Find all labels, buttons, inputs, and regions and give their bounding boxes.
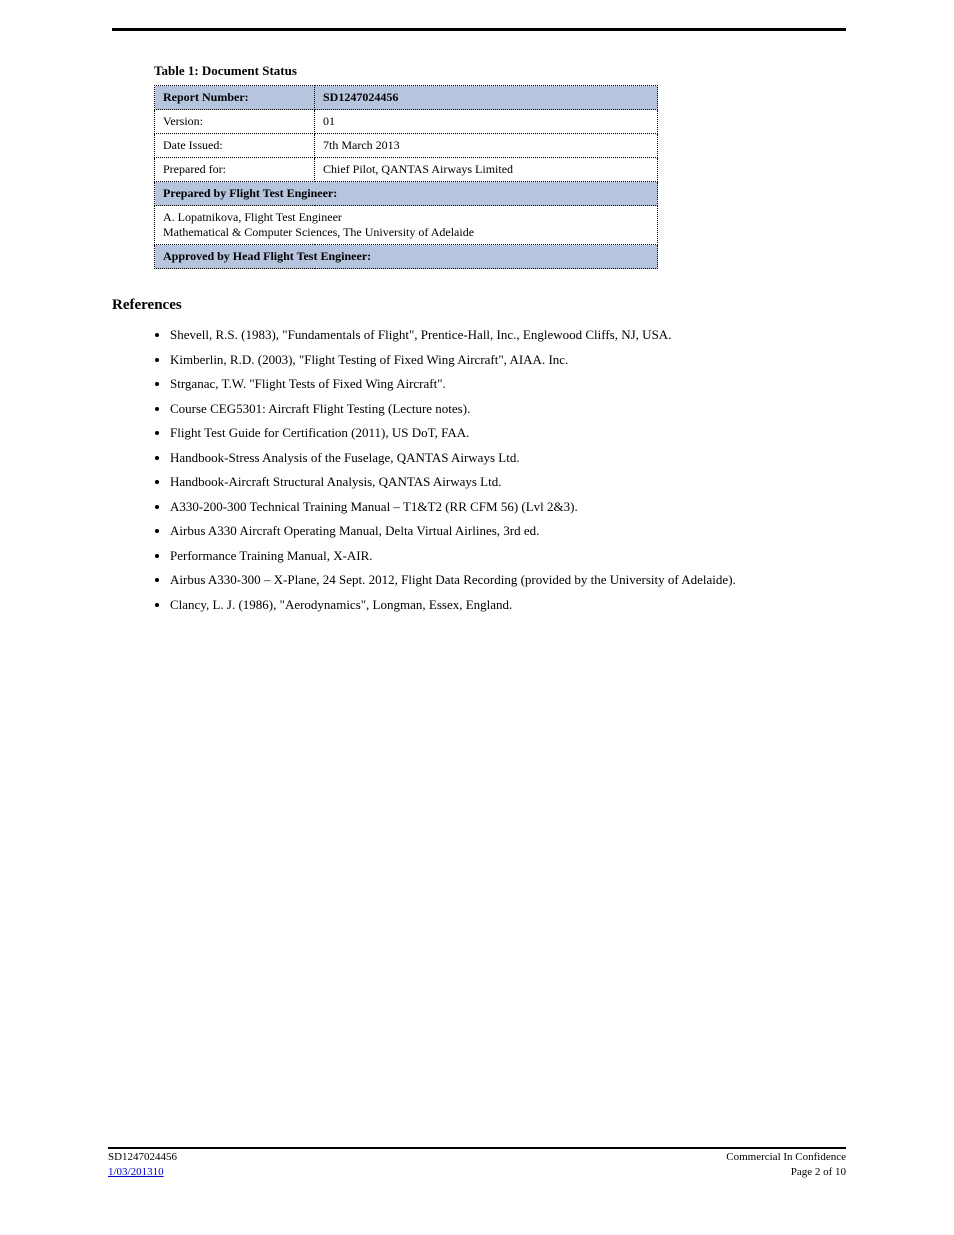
list-item: Shevell, R.S. (1983), "Fundamentals of F… [170, 326, 846, 344]
section-a-org: Mathematical & Computer Sciences, The Un… [163, 225, 649, 240]
list-item: Course CEG5301: Aircraft Flight Testing … [170, 400, 846, 418]
table-header-left: Report Number: [155, 86, 315, 110]
table-section-b-heading: Approved by Head Flight Test Engineer: [155, 245, 658, 269]
footer-report-number: SD1247024456 [108, 1150, 177, 1164]
table-cell-label: Version: [155, 110, 315, 134]
table-title: Table 1: Document Status [154, 63, 846, 79]
footer-right: Commercial In Confidence Page 2 of 10 [726, 1150, 846, 1179]
table-cell-value: Chief Pilot, QANTAS Airways Limited [315, 158, 658, 182]
footer-date-link[interactable]: 1/03/201310 [108, 1166, 164, 1178]
references-heading: References [112, 297, 846, 314]
footer-left: SD1247024456 1/03/201310 [108, 1150, 177, 1179]
bottom-rule [108, 1147, 846, 1149]
top-rule [112, 28, 846, 31]
table-row: Prepared for: Chief Pilot, QANTAS Airway… [155, 158, 658, 182]
list-item: Airbus A330-300 – X-Plane, 24 Sept. 2012… [170, 571, 846, 589]
table-row: Date Issued: 7th March 2013 [155, 134, 658, 158]
table-cell-label: Date Issued: [155, 134, 315, 158]
table-cell-label: Prepared for: [155, 158, 315, 182]
table-section-a-title: Prepared by Flight Test Engineer: [155, 182, 658, 206]
list-item: Clancy, L. J. (1986), "Aerodynamics", Lo… [170, 596, 846, 614]
list-item: Strganac, T.W. "Flight Tests of Fixed Wi… [170, 375, 846, 393]
table-header-row: Report Number: SD1247024456 [155, 86, 658, 110]
footer-page-number: Page 2 of 10 [726, 1165, 846, 1179]
section-a-name: A. Lopatnikova, Flight Test Engineer [163, 210, 649, 225]
list-item: A330-200-300 Technical Training Manual –… [170, 498, 846, 516]
table-section-b-title: Approved by Head Flight Test Engineer: [155, 245, 658, 269]
list-item: Kimberlin, R.D. (2003), "Flight Testing … [170, 351, 846, 369]
table-cell-value: 7th March 2013 [315, 134, 658, 158]
table-row: Version: 01 [155, 110, 658, 134]
list-item: Handbook-Aircraft Structural Analysis, Q… [170, 473, 846, 491]
list-item: Airbus A330 Aircraft Operating Manual, D… [170, 522, 846, 540]
page-container: Table 1: Document Status Report Number: … [0, 0, 954, 1235]
list-item: Flight Test Guide for Certification (201… [170, 424, 846, 442]
list-item: Performance Training Manual, X-AIR. [170, 547, 846, 565]
status-table: Report Number: SD1247024456 Version: 01 … [154, 85, 658, 269]
table-section-a-body: A. Lopatnikova, Flight Test Engineer Mat… [155, 206, 658, 245]
references-list: Shevell, R.S. (1983), "Fundamentals of F… [170, 326, 846, 614]
table-cell-value: 01 [315, 110, 658, 134]
table-section-a-heading: Prepared by Flight Test Engineer: [155, 182, 658, 206]
list-item: Handbook-Stress Analysis of the Fuselage… [170, 449, 846, 467]
table-section-a-content: A. Lopatnikova, Flight Test Engineer Mat… [155, 206, 658, 245]
footer-confidential: Commercial In Confidence [726, 1150, 846, 1164]
table-header-right: SD1247024456 [315, 86, 658, 110]
